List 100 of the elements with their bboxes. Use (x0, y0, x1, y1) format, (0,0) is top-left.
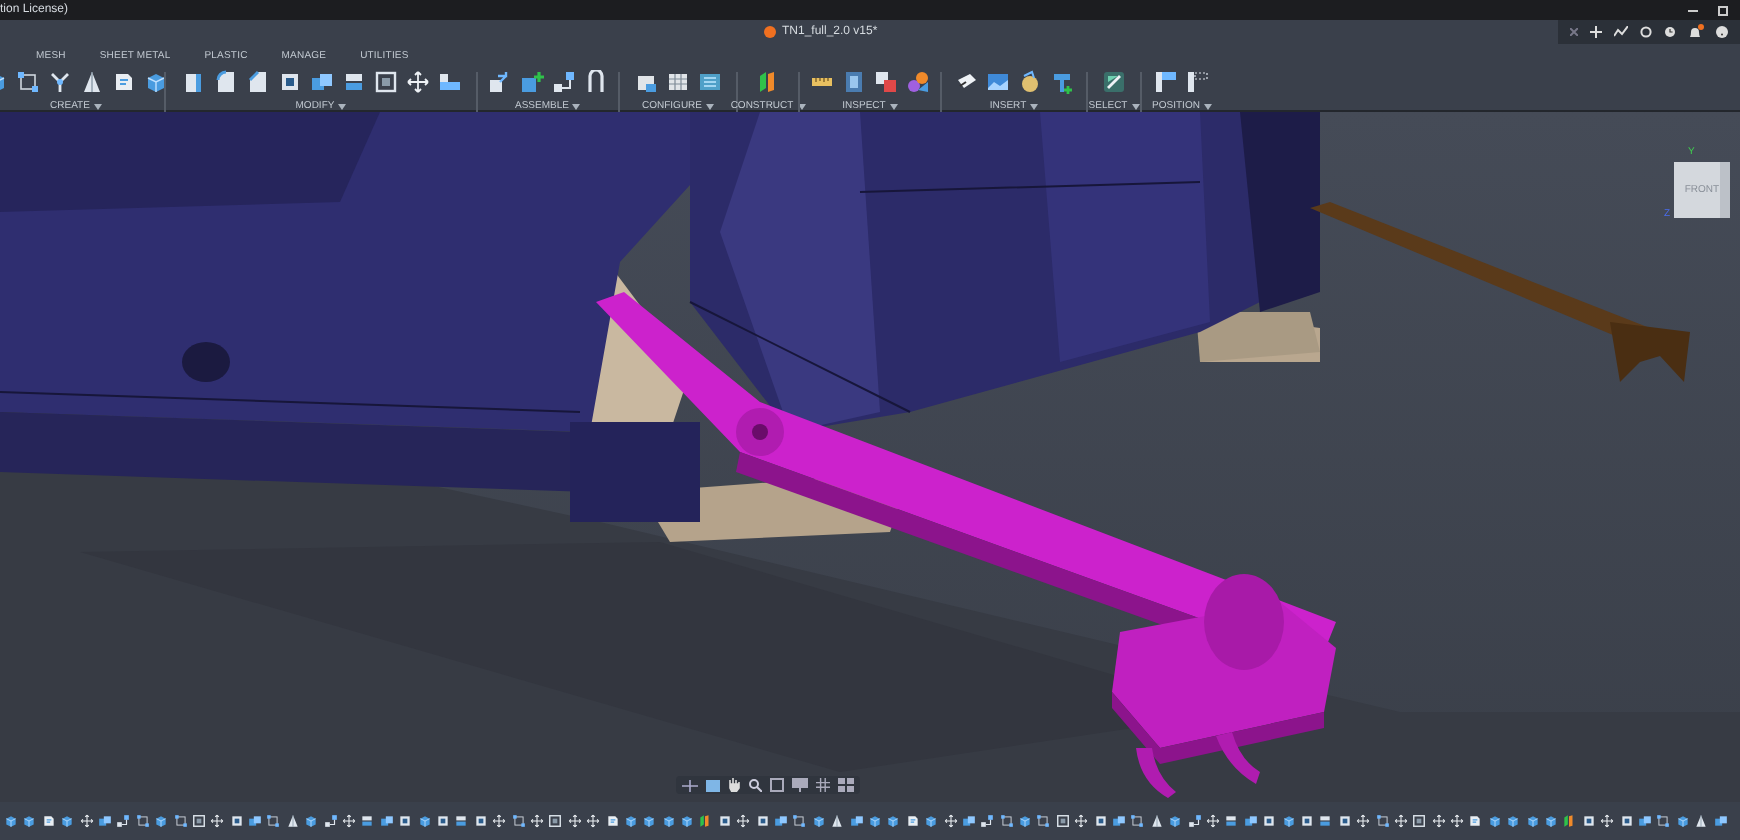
sketch-rectangle-icon[interactable] (1375, 814, 1390, 829)
box-icon[interactable] (304, 814, 319, 829)
orbit-icon[interactable] (682, 779, 698, 791)
shell-icon[interactable] (1619, 814, 1634, 829)
split-body-icon[interactable] (1318, 814, 1333, 829)
move-icon[interactable] (1393, 814, 1408, 829)
box-icon[interactable] (680, 814, 695, 829)
move-icon[interactable] (1074, 814, 1089, 829)
combine-icon[interactable] (379, 814, 394, 829)
box-icon[interactable] (1675, 814, 1690, 829)
frame-icon[interactable] (373, 70, 397, 94)
move-icon[interactable] (567, 814, 582, 829)
move-icon[interactable] (586, 814, 601, 829)
table-icon[interactable] (666, 70, 690, 94)
viewports-icon[interactable] (838, 778, 854, 792)
help-icon[interactable] (1716, 26, 1728, 38)
move-icon[interactable] (529, 814, 544, 829)
clock-icon[interactable] (1664, 26, 1676, 38)
look-at-icon[interactable] (706, 779, 720, 791)
link-icon[interactable] (552, 70, 576, 94)
link-icon[interactable] (980, 814, 995, 829)
combine-icon[interactable] (1112, 814, 1127, 829)
minimize-icon[interactable] (1688, 7, 1698, 13)
pyramid-icon[interactable] (1149, 814, 1164, 829)
frame-icon[interactable] (1055, 814, 1070, 829)
combine-icon[interactable] (774, 814, 789, 829)
box-icon[interactable] (1018, 814, 1033, 829)
move-icon[interactable] (1356, 814, 1371, 829)
combine-icon[interactable] (961, 814, 976, 829)
shell-icon[interactable] (1262, 814, 1277, 829)
sketch-rectangle-icon[interactable] (173, 814, 188, 829)
sheet-icon[interactable] (1468, 814, 1483, 829)
link-icon[interactable] (323, 814, 338, 829)
bracket-icon[interactable] (584, 70, 608, 94)
shell-icon[interactable] (1581, 814, 1596, 829)
combine-icon[interactable] (309, 70, 333, 94)
new-component-icon[interactable] (520, 70, 544, 94)
shell-icon[interactable] (277, 70, 301, 94)
box-icon[interactable] (1168, 814, 1183, 829)
pan-hand-icon[interactable] (728, 778, 740, 792)
align-icon[interactable] (437, 70, 461, 94)
sheet-icon[interactable] (41, 814, 56, 829)
plus-icon[interactable] (1590, 26, 1602, 38)
move-icon[interactable] (342, 814, 357, 829)
joint-icon[interactable] (488, 70, 512, 94)
combine-icon[interactable] (1243, 814, 1258, 829)
combine-icon[interactable] (1637, 814, 1652, 829)
box-icon[interactable] (1487, 814, 1502, 829)
split-body-icon[interactable] (1224, 814, 1239, 829)
shell-icon[interactable] (229, 814, 244, 829)
image-icon[interactable] (986, 70, 1010, 94)
close-tab-icon[interactable] (1570, 28, 1578, 36)
parameter-box-icon[interactable] (634, 70, 658, 94)
box-icon[interactable] (924, 814, 939, 829)
move-icon[interactable] (405, 70, 429, 94)
box-icon[interactable] (4, 814, 18, 829)
box-icon[interactable] (867, 814, 882, 829)
box-icon[interactable] (661, 814, 676, 829)
pyramid-icon[interactable] (285, 814, 300, 829)
shell-icon[interactable] (717, 814, 732, 829)
box-icon[interactable] (417, 814, 432, 829)
move-icon[interactable] (210, 814, 225, 829)
combine-icon[interactable] (849, 814, 864, 829)
shell-icon[interactable] (473, 814, 488, 829)
shell-icon[interactable] (755, 814, 770, 829)
sketch-rectangle-icon[interactable] (135, 814, 150, 829)
frame-icon[interactable] (1412, 814, 1427, 829)
sketch-rectangle-icon[interactable] (1130, 814, 1145, 829)
combine-icon[interactable] (1713, 814, 1728, 829)
move-icon[interactable] (79, 814, 94, 829)
sheet-icon[interactable] (605, 814, 619, 829)
frame-icon[interactable] (191, 814, 206, 829)
move-icon[interactable] (1450, 814, 1465, 829)
configure-icon[interactable] (698, 70, 722, 94)
press-pull-icon[interactable] (181, 70, 205, 94)
chamfer-icon[interactable] (245, 70, 269, 94)
insert-text-icon[interactable] (1050, 70, 1074, 94)
fillet-icon[interactable] (213, 70, 237, 94)
shell-icon[interactable] (435, 814, 450, 829)
plane-icon[interactable] (756, 70, 780, 94)
split-body-icon[interactable] (454, 814, 469, 829)
position-icon[interactable] (1154, 70, 1178, 94)
plane-icon[interactable] (1562, 814, 1577, 829)
sketch-rectangle-icon[interactable] (266, 814, 281, 829)
monitor-icon[interactable] (792, 778, 808, 792)
move-icon[interactable] (1206, 814, 1220, 829)
box-icon[interactable] (642, 814, 657, 829)
sheet-icon[interactable] (905, 814, 920, 829)
shell-icon[interactable] (398, 814, 413, 829)
sketch-rectangle-icon[interactable] (792, 814, 807, 829)
sketch-rectangle-icon[interactable] (1036, 814, 1051, 829)
interference-icon[interactable] (874, 70, 898, 94)
refresh-icon[interactable] (1640, 26, 1652, 38)
decal-icon[interactable] (954, 70, 978, 94)
split-body-icon[interactable] (341, 70, 365, 94)
box-icon[interactable] (623, 814, 638, 829)
box-icon[interactable] (886, 814, 901, 829)
box-icon[interactable] (144, 70, 168, 94)
sheet-icon[interactable] (112, 70, 136, 94)
branch-icon[interactable] (48, 70, 72, 94)
